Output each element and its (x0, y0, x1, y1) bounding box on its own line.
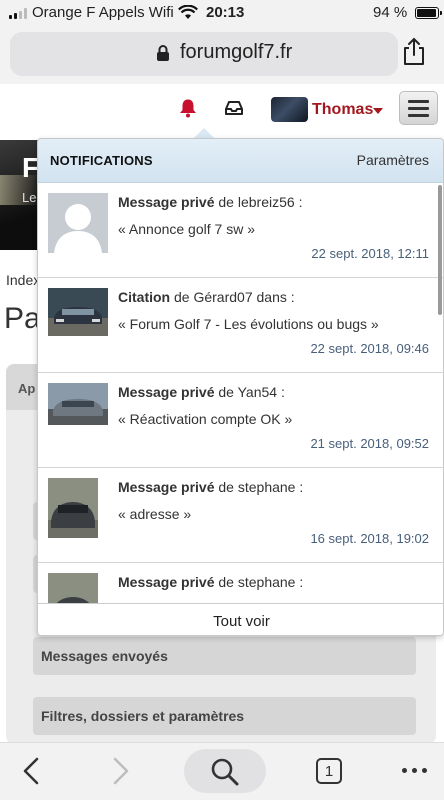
see-all-link[interactable]: Tout voir (38, 603, 443, 635)
banner-subtitle: Le (22, 190, 37, 205)
notification-connector: de (218, 194, 234, 210)
settings-link[interactable]: Paramètres (357, 152, 429, 168)
notification-item[interactable]: Message privé de stephane : « adresse » … (38, 468, 443, 563)
filters-settings-button[interactable]: Filtres, dossiers et paramètres (33, 697, 416, 735)
breadcrumb[interactable]: Index (6, 272, 40, 288)
page-title: Pa (4, 302, 41, 335)
wifi-icon (178, 5, 198, 19)
notification-item[interactable]: Message privé de lebreiz56 : « Annonce g… (38, 183, 443, 278)
menu-button[interactable] (399, 91, 438, 125)
notification-content: « adresse » (118, 506, 192, 522)
carrier-label: Orange F Appels Wifi (32, 4, 174, 21)
back-arrow-icon[interactable] (20, 757, 42, 785)
notifications-list: Message privé de lebreiz56 : « Annonce g… (38, 183, 443, 603)
notification-type: Message privé (118, 479, 215, 495)
tabs-button[interactable]: 1 (316, 758, 342, 784)
avatar[interactable] (271, 97, 308, 122)
notifications-title: NOTIFICATIONS (50, 153, 153, 168)
lock-icon (157, 45, 169, 61)
clock: 20:13 (206, 4, 245, 21)
notification-connector: de (218, 384, 234, 400)
username-link[interactable]: Thomas (312, 101, 373, 119)
notifications-dropdown: NOTIFICATIONS Paramètres Message privé d… (37, 138, 444, 636)
car-photo-icon (48, 383, 108, 425)
scrollbar[interactable] (438, 185, 442, 315)
search-icon (211, 758, 239, 786)
notification-content: « Annonce golf 7 sw » (118, 221, 255, 237)
default-avatar-icon (48, 193, 108, 253)
notification-connector: de (174, 289, 190, 305)
notification-content: « Forum Golf 7 - Les évolutions ou bugs … (118, 316, 379, 332)
battery-percent: 94 % (373, 4, 408, 21)
battery-icon (415, 7, 442, 19)
notification-user: Yan54 : (237, 384, 285, 400)
inbox-icon[interactable] (225, 100, 243, 116)
signal-icon (9, 8, 27, 19)
notification-user: lebreiz56 : (237, 194, 303, 210)
notification-type: Citation (118, 289, 171, 305)
notification-item[interactable]: Citation de Gérard07 dans : « Forum Golf… (38, 278, 443, 373)
notification-type: Message privé (118, 574, 215, 590)
notification-item[interactable]: Message privé de stephane : (38, 563, 443, 603)
notification-type: Message privé (118, 194, 215, 210)
bell-icon[interactable] (178, 98, 198, 118)
notification-connector: de (218, 574, 234, 590)
notification-time: 21 sept. 2018, 09:52 (310, 436, 429, 451)
notification-user: stephane : (237, 574, 304, 590)
chevron-down-icon[interactable] (373, 108, 383, 114)
car-photo-icon (48, 573, 98, 603)
notification-type: Message privé (118, 384, 215, 400)
notification-time: 16 sept. 2018, 19:02 (310, 531, 429, 546)
car-photo-icon (48, 288, 108, 336)
notification-time: 22 sept. 2018, 09:46 (310, 341, 429, 356)
notification-item[interactable]: Message privé de Yan54 : « Réactivation … (38, 373, 443, 468)
notification-connector: de (218, 479, 234, 495)
sent-messages-button[interactable]: Messages envoyés (33, 637, 416, 675)
notifications-header: NOTIFICATIONS Paramètres (38, 139, 443, 183)
notification-content: « Réactivation compte OK » (118, 411, 293, 427)
forward-arrow-icon[interactable] (110, 757, 132, 785)
notification-time: 22 sept. 2018, 12:11 (311, 246, 429, 261)
car-photo-icon (48, 478, 98, 538)
more-icon[interactable] (402, 768, 427, 773)
notification-user: stephane : (237, 479, 304, 495)
status-bar: Orange F Appels Wifi 20:13 94 % (0, 0, 444, 28)
tab-stub[interactable]: Ap (6, 364, 40, 410)
url-text[interactable]: forumgolf7.fr (180, 41, 292, 64)
notification-user: Gérard07 dans : (193, 289, 295, 305)
share-icon[interactable] (401, 37, 427, 67)
